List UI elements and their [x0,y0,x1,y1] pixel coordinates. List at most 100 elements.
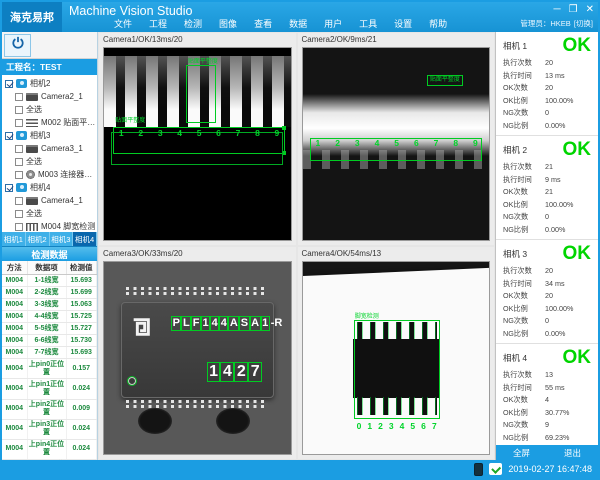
tray-hole [138,408,172,434]
table-cell: M004 [2,347,27,359]
table-row[interactable]: M004上pin2正位置0.009 [2,399,97,419]
pin-number: 6 [421,422,426,431]
camera-tab-3[interactable]: 相机3 [50,232,74,246]
detection-data-title: 检测数据 [2,246,97,261]
table-row[interactable]: M0045-5线宽15.727 [2,323,97,335]
stat-value: 20 [545,291,591,301]
sidebar: 工程名：TEST 相机2Camera2_1全选M002 贴面平整度相机3Came… [2,32,98,460]
stat-label: OK比例 [503,96,545,106]
tree-item[interactable]: Camera4_1 [2,194,97,207]
close-button[interactable]: ✕ [586,3,594,16]
menu-item[interactable]: 工具 [359,17,377,30]
checkbox[interactable] [15,106,23,114]
stat-row: 执行时间9 ms [503,175,591,185]
camera3-panel[interactable]: Camera3/OK/33ms/20 PLF144ASA1 -R 1427 [99,247,296,459]
menu-item[interactable]: 数据 [289,17,307,30]
pin-number: 2 [335,139,340,148]
checkbox[interactable] [15,145,23,153]
checkbox[interactable] [15,210,23,218]
menu-item[interactable]: 帮助 [429,17,447,30]
camera1-panel[interactable]: Camera1/OK/13ms/20 贴面平整度 贴面平整度 123456789 [99,33,296,245]
checkbox[interactable] [5,184,13,192]
stat-label: NG比例 [503,121,545,131]
checkbox[interactable] [5,80,13,88]
menu-item[interactable]: 用户 [324,17,342,30]
stat-value: 30.77% [545,408,591,418]
exit-button[interactable]: 退出 [547,447,598,459]
table-row[interactable]: M0042-2线宽15.699 [2,287,97,299]
tree-item[interactable]: M003 连接器字符 [2,168,97,181]
pin-number: 6 [216,129,221,138]
stat-label: NG比例 [503,433,545,443]
table-row[interactable]: M004上pin0正位置0.157 [2,359,97,379]
camera-tab-bar: 相机1相机2相机3相机4 [2,232,97,246]
status-ok: OK [563,245,592,263]
checkbox[interactable] [15,158,23,166]
camera-tab-4[interactable]: 相机4 [73,232,97,246]
tree-item[interactable]: 相机3 [2,129,97,142]
table-cell: 0.024 [66,419,97,439]
camera2-panel[interactable]: Camera2/OK/9ms/21 贴面平整度 123456789 [298,33,495,245]
tree-item[interactable]: 全选 [2,103,97,116]
tree-item[interactable]: 相机2 [2,77,97,90]
stat-value: 20 [545,58,591,68]
status-ok: OK [563,349,592,367]
power-button[interactable] [4,34,31,57]
table-row[interactable]: M0043-3线宽15.063 [2,299,97,311]
stat-label: OK比例 [503,200,545,210]
camera4-image[interactable]: 脚宽检测 01234567 [302,261,491,455]
checkbox[interactable] [15,93,23,101]
menu-item[interactable]: 检测 [184,17,202,30]
table-row[interactable]: M004上pin3正位置0.024 [2,419,97,439]
menu-item[interactable]: 文件 [114,17,132,30]
table-row[interactable]: M0044-4线宽15.725 [2,311,97,323]
stat-value: 20 [545,266,591,276]
stat-label: OK次数 [503,291,545,301]
stats-section-header: 相机 4OK [503,349,591,367]
tree-item[interactable]: Camera3_1 [2,142,97,155]
restore-button[interactable]: ❐ [569,3,578,16]
tree-item[interactable]: 相机4 [2,181,97,194]
table-row[interactable]: M0046-6线宽15.730 [2,335,97,347]
image-icon [26,93,38,101]
stat-row: 执行次数21 [503,162,591,172]
camera-tab-2[interactable]: 相机2 [26,232,50,246]
stat-label: OK比例 [503,304,545,314]
fullscreen-button[interactable]: 全屏 [496,447,547,459]
camera-tab-1[interactable]: 相机1 [2,232,26,246]
camera1-image[interactable]: 贴面平整度 贴面平整度 123456789 [103,47,292,241]
switch-user-link[interactable]: [切换] [574,18,593,29]
stat-label: OK次数 [503,83,545,93]
tree-item[interactable]: M002 贴面平整度 [2,116,97,129]
chip-character: P [171,316,181,331]
tree-item[interactable]: Camera2_1 [2,90,97,103]
camera4-panel[interactable]: Camera4/OK/54ms/13 脚宽检测 01234567 [298,247,495,459]
checkbox[interactable] [15,119,23,127]
checkbox[interactable] [15,223,23,231]
checkbox[interactable] [15,171,23,179]
camera2-image[interactable]: 贴面平整度 123456789 [302,47,491,241]
menu-item[interactable]: 查看 [254,17,272,30]
stat-value: 9 [545,420,591,430]
checkbox[interactable] [5,132,13,140]
camera-name: 相机 1 [503,40,527,52]
table-row[interactable]: M004上pin1正位置0.024 [2,379,97,399]
chip-marking-suffix: -R [271,317,283,329]
tree-item[interactable]: 全选 [2,155,97,168]
ruler-icon [26,119,38,127]
tree-item[interactable]: M004 脚宽检测 [2,220,97,232]
minimize-button[interactable]: ─ [554,3,561,16]
stat-value: 20 [545,83,591,93]
table-row[interactable]: M0041-1线宽15.693 [2,275,97,287]
tree-item[interactable]: 全选 [2,207,97,220]
table-row[interactable]: M0047-7线宽15.693 [2,347,97,359]
status-ok: OK [563,141,592,159]
menu-item[interactable]: 设置 [394,17,412,30]
table-row[interactable]: M004上pin4正位置0.024 [2,439,97,459]
menu-item[interactable]: 图像 [219,17,237,30]
checkbox[interactable] [15,197,23,205]
camera3-image[interactable]: PLF144ASA1 -R 1427 [103,261,292,455]
menu-item[interactable]: 工程 [149,17,167,30]
roi-box [354,320,440,420]
camera-grid: Camera1/OK/13ms/20 贴面平整度 贴面平整度 123456789… [98,32,495,460]
